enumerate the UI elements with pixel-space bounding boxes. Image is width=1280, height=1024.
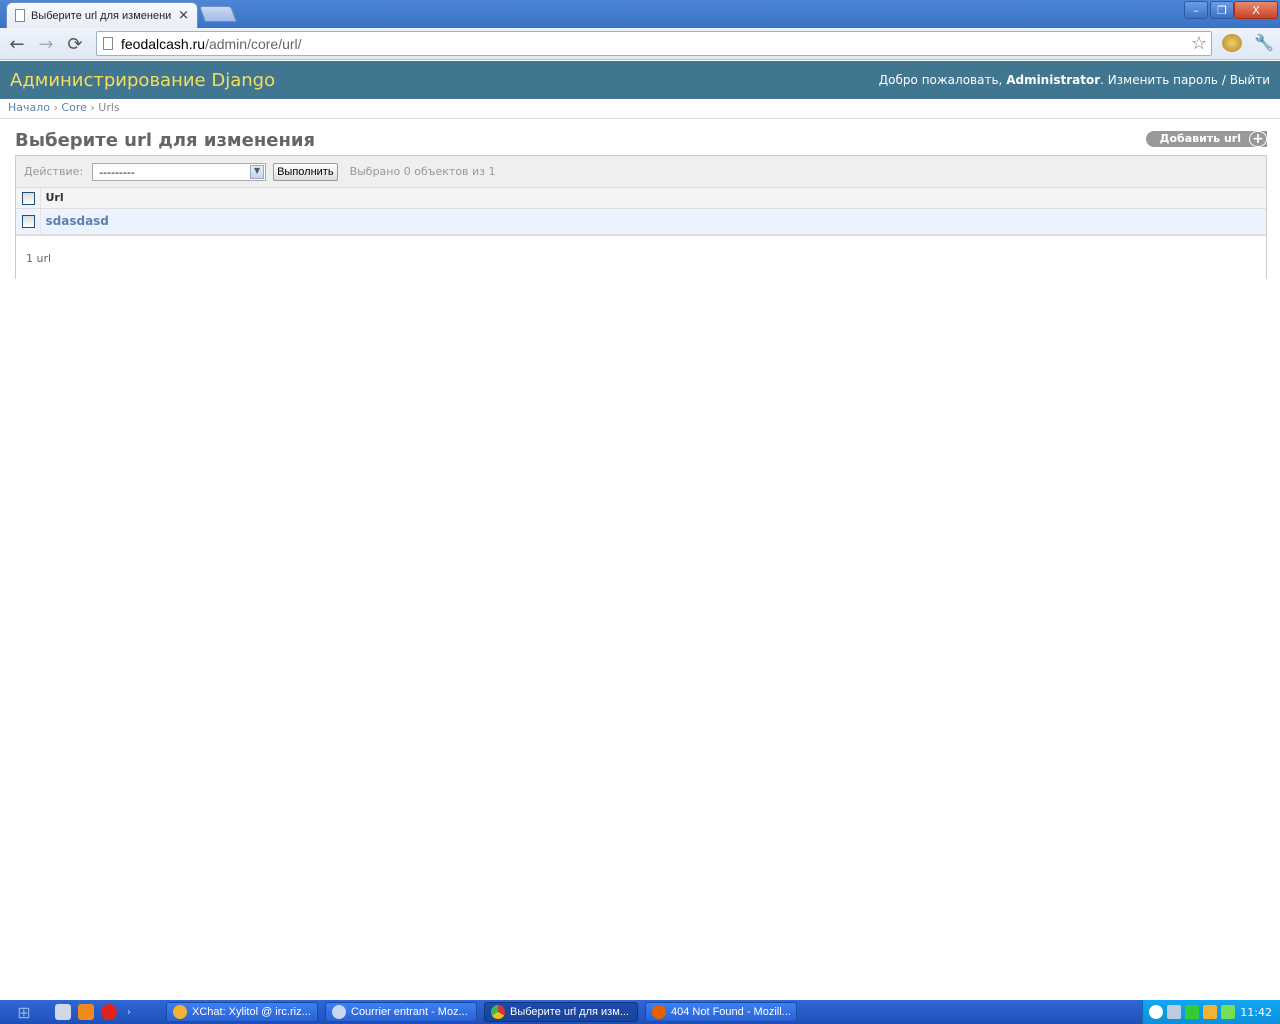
quicklaunch-icon[interactable]	[55, 1004, 71, 1020]
taskbar-item-label: 404 Not Found - Mozill...	[671, 1006, 791, 1018]
reload-icon[interactable]: ⟳	[63, 32, 87, 56]
display-icon[interactable]	[1167, 1005, 1181, 1019]
row-checkbox-cell	[16, 208, 41, 235]
breadcrumb: Начало › Core › Urls	[0, 99, 1280, 119]
user-tools-separator: /	[1221, 73, 1226, 87]
paginator: 1 url	[16, 234, 1266, 281]
url-host: feodalcash.ru	[121, 35, 206, 52]
browser-tab-active[interactable]: Выберите url для изменени ×	[6, 2, 198, 28]
username: Administrator	[1006, 73, 1101, 87]
welcome-text: Добро пожаловать,	[878, 73, 1003, 87]
tab-title: Выберите url для изменени	[31, 9, 172, 22]
mail-icon	[332, 1005, 346, 1019]
page-title: Выберите url для изменения	[15, 130, 316, 151]
clock: 11:42	[1240, 1005, 1272, 1019]
admin-header: Администрирование Django Добро пожаловат…	[0, 61, 1280, 99]
close-app-icon[interactable]	[101, 1004, 117, 1020]
changelist: Действие: --------- ▼ Выполнить Выбрано …	[15, 155, 1267, 281]
add-url-button[interactable]: Добавить url +	[1145, 131, 1267, 147]
xchat-icon	[173, 1005, 187, 1019]
user-tools: Добро пожаловать, Administrator. Изменит…	[878, 73, 1270, 87]
taskbar-item-label: XChat: Xylitol @ irc.riz...	[192, 1006, 311, 1018]
table-row: sdasdasd	[16, 208, 1266, 235]
extension-icon[interactable]	[1222, 34, 1242, 52]
app-tray-icon[interactable]	[1221, 1005, 1235, 1019]
back-arrow-icon[interactable]: ←	[5, 32, 29, 56]
actions-bar: Действие: --------- ▼ Выполнить Выбрано …	[16, 156, 1266, 188]
row-url-cell: sdasdasd	[40, 208, 1266, 235]
forward-arrow-icon[interactable]: →	[34, 32, 58, 56]
logout-link[interactable]: Выйти	[1230, 73, 1270, 87]
taskbar-item-xchat[interactable]: XChat: Xylitol @ irc.riz...	[166, 1002, 318, 1022]
tab-close-icon[interactable]: ×	[178, 8, 189, 23]
maximize-button[interactable]: ❐	[1210, 1, 1234, 19]
breadcrumb-separator: ›	[90, 101, 95, 114]
selection-counter: Выбрано 0 объектов из 1	[349, 165, 496, 178]
security-icon[interactable]	[1185, 1005, 1199, 1019]
select-all-checkbox[interactable]	[22, 191, 35, 205]
column-header-url[interactable]: Url	[40, 188, 1266, 209]
firefox-icon	[652, 1005, 666, 1019]
page-icon	[103, 37, 113, 50]
taskbar-item-chrome[interactable]: Выберите url для изм...	[484, 1002, 638, 1022]
plus-icon: +	[1249, 131, 1267, 147]
bookmark-star-icon[interactable]: ☆	[1191, 33, 1207, 54]
site-branding[interactable]: Администрирование Django	[10, 70, 275, 91]
action-label: Действие:	[24, 165, 84, 178]
breadcrumb-separator: ›	[53, 101, 58, 114]
vlc-icon[interactable]	[78, 1004, 94, 1020]
action-select-value: ---------	[99, 165, 135, 179]
breadcrumb-app[interactable]: Core	[61, 101, 86, 114]
results-table: Url sdasdasd	[16, 188, 1266, 235]
row-checkbox[interactable]	[22, 214, 35, 228]
address-bar[interactable]: feodalcash.ru/admin/core/url/ ☆	[96, 31, 1212, 56]
breadcrumb-current: Urls	[98, 101, 120, 114]
browser-titlebar: Выберите url для изменени × – ❐ X	[0, 0, 1280, 28]
table-header-row: Url	[16, 188, 1266, 209]
network-icon[interactable]	[1149, 1005, 1163, 1019]
taskbar-item-label: Выберите url для изм...	[510, 1006, 629, 1018]
url-path: /admin/core/url/	[205, 35, 302, 52]
taskbar-item-mail[interactable]: Courrier entrant - Moz...	[325, 1002, 477, 1022]
os-taskbar: ⊞ › XChat: Xylitol @ irc.riz... Courrier…	[0, 1000, 1280, 1024]
xchat-tray-icon[interactable]	[1203, 1005, 1217, 1019]
new-tab-button[interactable]	[199, 6, 237, 22]
minimize-button[interactable]: –	[1184, 1, 1208, 19]
chevron-down-icon: ▼	[250, 164, 265, 179]
close-window-button[interactable]: X	[1234, 1, 1278, 19]
browser-toolbar: ← → ⟳ feodalcash.ru/admin/core/url/ ☆ 🔧	[0, 28, 1280, 60]
add-url-label: Добавить url	[1159, 132, 1241, 145]
select-all-cell	[16, 188, 41, 209]
system-tray: 11:42	[1142, 1000, 1280, 1024]
run-action-button[interactable]: Выполнить	[273, 162, 338, 181]
page-icon	[15, 9, 25, 22]
action-select[interactable]: --------- ▼	[92, 162, 267, 181]
main-content: Выберите url для изменения Добавить url …	[15, 128, 1267, 281]
taskbar-item-label: Courrier entrant - Moz...	[351, 1006, 468, 1018]
wrench-menu-icon[interactable]: 🔧	[1254, 33, 1274, 52]
quicklaunch-expand-icon[interactable]: ›	[127, 1007, 131, 1018]
change-password-link[interactable]: Изменить пароль	[1108, 73, 1218, 87]
taskbar-item-firefox[interactable]: 404 Not Found - Mozill...	[645, 1002, 797, 1022]
chrome-icon	[491, 1005, 505, 1019]
breadcrumb-home[interactable]: Начало	[8, 101, 50, 114]
start-button[interactable]: ⊞	[0, 1000, 48, 1024]
row-url-link[interactable]: sdasdasd	[46, 214, 109, 228]
